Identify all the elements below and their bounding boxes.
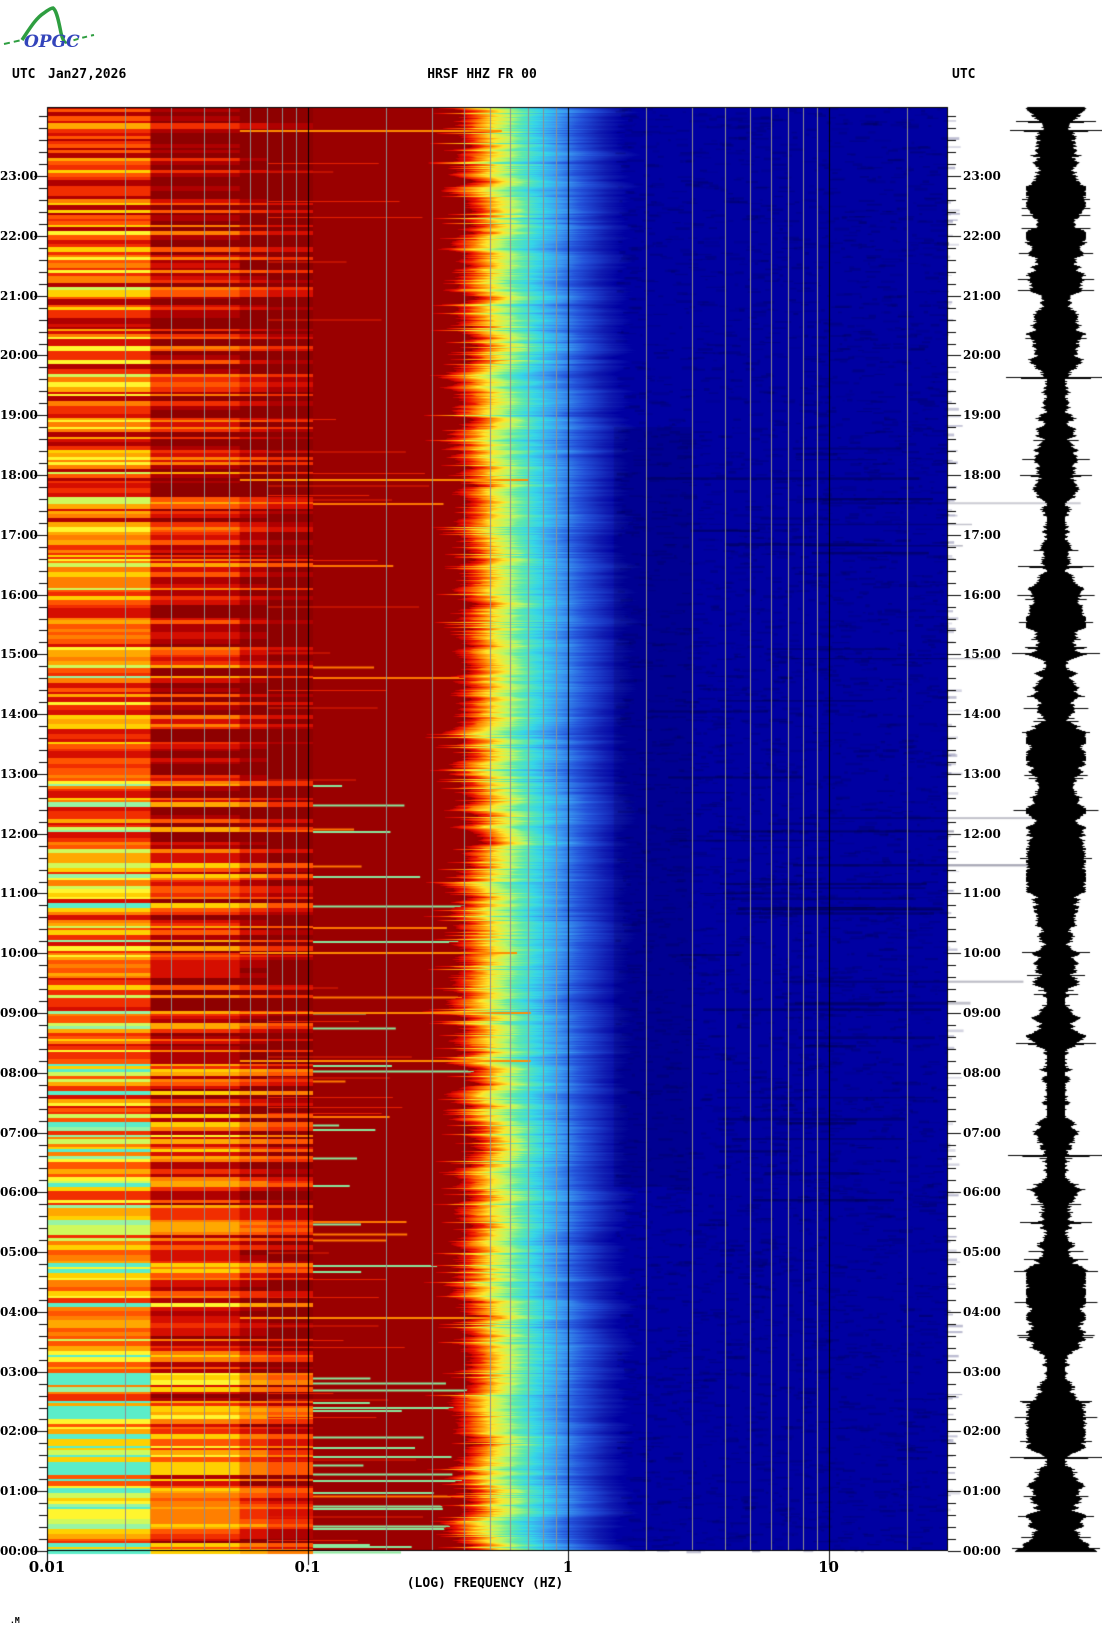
right-hour-label: 21:00: [963, 288, 1001, 303]
right-hour-label: 05:00: [963, 1245, 1001, 1260]
left-hour-label: 21:00: [0, 288, 38, 303]
left-hour-label: 12:00: [0, 826, 38, 841]
left-hour-label: 16:00: [0, 587, 38, 602]
logo-dashed-left: [3, 39, 23, 45]
left-hour-label: 17:00: [0, 527, 38, 542]
opgc-logo: OPGC: [3, 6, 95, 52]
right-hour-label: 07:00: [963, 1125, 1001, 1140]
spectrogram-canvas: [0, 0, 1102, 1634]
right-hour-label: 10:00: [963, 946, 1001, 961]
right-hour-label: 20:00: [963, 348, 1001, 363]
waveform-trace-canvas: [990, 0, 1102, 1634]
right-hour-label: 23:00: [963, 169, 1001, 184]
x-tick-label: 0.1: [294, 1558, 321, 1576]
right-hour-label: 09:00: [963, 1006, 1001, 1021]
right-hour-label: 03:00: [963, 1364, 1001, 1379]
left-hour-label: 01:00: [0, 1484, 38, 1499]
left-hour-label: 02:00: [0, 1424, 38, 1439]
right-hour-label: 12:00: [963, 826, 1001, 841]
right-hour-label: 14:00: [963, 707, 1001, 722]
left-hour-label: 13:00: [0, 766, 38, 781]
logo-text: OPGC: [24, 32, 80, 52]
utc-label-left: UTC: [12, 67, 36, 82]
plot-title: HRSF HHZ FR 00: [427, 67, 537, 82]
right-hour-label: 19:00: [963, 408, 1001, 423]
left-hour-label: 03:00: [0, 1364, 38, 1379]
footer-mark: .M: [10, 1616, 20, 1625]
left-hour-label: 11:00: [0, 886, 38, 901]
left-hour-label: 15:00: [0, 647, 38, 662]
x-axis-label: (LOG) FREQUENCY (HZ): [406, 1576, 564, 1591]
right-hour-label: 04:00: [963, 1304, 1001, 1319]
spectrogram-page: OPGC UTC Jan27,2026 HRSF HHZ FR 00 UTC 2…: [0, 0, 1102, 1634]
left-hour-label: 23:00: [0, 169, 38, 184]
right-hour-label: 11:00: [963, 886, 1001, 901]
right-hour-label: 01:00: [963, 1484, 1001, 1499]
left-hour-label: 08:00: [0, 1065, 38, 1080]
right-hour-label: 17:00: [963, 527, 1001, 542]
right-hour-label: 22:00: [963, 228, 1001, 243]
date-label: Jan27,2026: [48, 67, 127, 82]
right-hour-label: 16:00: [963, 587, 1001, 602]
right-hour-label: 18:00: [963, 468, 1001, 483]
left-hour-label: 19:00: [0, 408, 38, 423]
left-hour-label: 20:00: [0, 348, 38, 363]
right-hour-label: 15:00: [963, 647, 1001, 662]
right-hour-label: 02:00: [963, 1424, 1001, 1439]
right-hour-label: 08:00: [963, 1065, 1001, 1080]
x-tick-label: 10: [818, 1558, 839, 1576]
x-tick-label: 1: [562, 1558, 574, 1576]
left-hour-label: 00:00: [0, 1544, 38, 1558]
left-hour-label: 09:00: [0, 1006, 38, 1021]
right-hour-label: 13:00: [963, 766, 1001, 781]
x-tick-label: 0.01: [28, 1558, 66, 1576]
left-hour-label: 07:00: [0, 1125, 38, 1140]
left-hour-label: 14:00: [0, 707, 38, 722]
left-hour-label: 18:00: [0, 468, 38, 483]
left-hour-label: 06:00: [0, 1185, 38, 1200]
left-hour-label: 04:00: [0, 1304, 38, 1319]
right-hour-label: 00:00: [963, 1544, 1001, 1558]
left-hour-label: 10:00: [0, 946, 38, 961]
left-hour-label: 05:00: [0, 1245, 38, 1260]
left-hour-label: 22:00: [0, 228, 38, 243]
right-hour-label: 06:00: [963, 1185, 1001, 1200]
utc-label-right: UTC: [952, 67, 976, 82]
